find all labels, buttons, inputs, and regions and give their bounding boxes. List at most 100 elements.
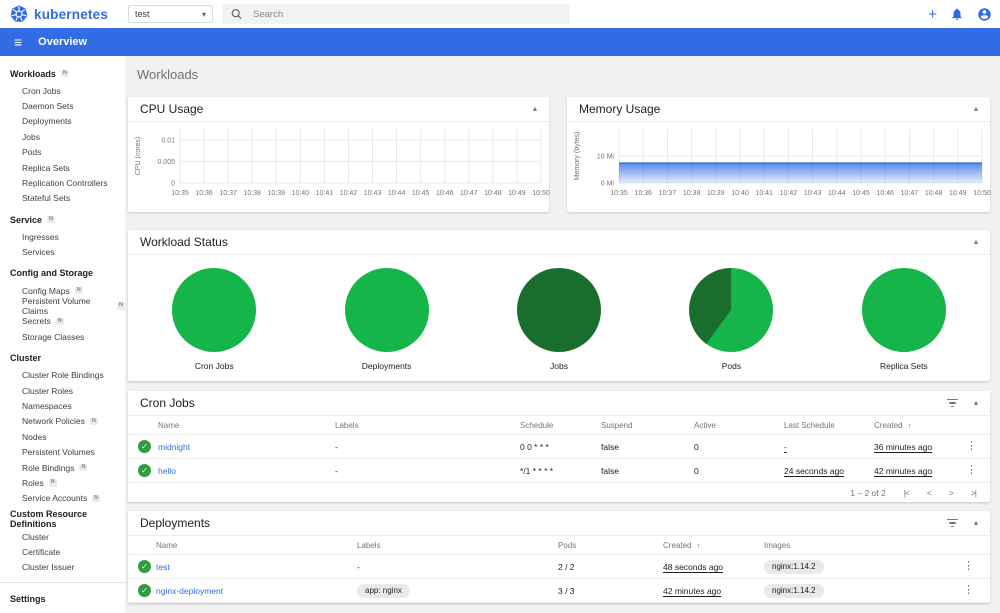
table-row: ✓ hello - */1 * * * * false 0 24 seconds… — [128, 459, 990, 483]
cron-job-link[interactable]: hello — [158, 466, 335, 476]
sidebar-item-storage-classes[interactable]: Storage Classes — [0, 329, 125, 344]
sidebar-item-stateful-sets[interactable]: Stateful Sets — [0, 191, 125, 206]
search-bar[interactable] — [222, 4, 570, 24]
namespaced-badge: N — [48, 479, 57, 487]
first-page-icon[interactable]: |< — [904, 488, 910, 498]
col-labels[interactable]: Labels — [357, 541, 558, 550]
search-input[interactable] — [253, 8, 562, 20]
row-menu-kebab-icon[interactable]: ⋮ — [966, 465, 977, 476]
collapse-icon[interactable]: ▴ — [974, 105, 978, 113]
sidebar-section-custom-resource-definitions[interactable]: Custom Resource Definitions — [0, 509, 125, 529]
sidebar-item-cluster-role-bindings[interactable]: Cluster Role Bindings — [0, 367, 125, 382]
svg-text:10:45: 10:45 — [852, 190, 870, 197]
collapse-icon[interactable]: ▴ — [533, 105, 537, 113]
nav-title: Overview — [38, 36, 88, 48]
sidebar-item-roles[interactable]: Roles N — [0, 475, 125, 490]
sidebar-item-deployments[interactable]: Deployments — [0, 114, 125, 129]
namespaced-badge: N — [79, 463, 88, 472]
sidebar-item-namespaces[interactable]: Namespaces — [0, 398, 125, 413]
col-created[interactable]: Created ↑ — [874, 421, 966, 430]
filter-icon[interactable] — [946, 517, 958, 530]
col-schedule[interactable]: Schedule — [520, 421, 601, 430]
namespaced-badge: N — [47, 215, 56, 224]
filter-icon[interactable] — [946, 397, 958, 410]
svg-text:10:41: 10:41 — [316, 190, 334, 197]
pods-cell: 3 / 3 — [558, 585, 575, 596]
collapse-icon[interactable]: ▴ — [974, 399, 978, 407]
sidebar-section-workloads[interactable]: Workloads N — [0, 64, 125, 83]
cron-job-link[interactable]: midnight — [158, 442, 335, 452]
sidebar-item-services[interactable]: Services — [0, 245, 125, 260]
sidebar-item-ingresses[interactable]: Ingresses — [0, 229, 125, 244]
kubernetes-wheel-icon — [10, 5, 28, 22]
menu-hamburger-icon[interactable]: ≡ — [14, 35, 22, 49]
sidebar-section-cluster[interactable]: Cluster — [0, 348, 125, 367]
labels-cell: - — [335, 465, 338, 476]
svg-text:10:39: 10:39 — [268, 190, 286, 197]
row-menu-kebab-icon[interactable]: ⋮ — [963, 561, 974, 572]
svg-text:10:37: 10:37 — [219, 190, 237, 197]
svg-text:10:50: 10:50 — [973, 190, 991, 197]
user-account-icon[interactable] — [977, 7, 992, 22]
sidebar-item-cluster-roles[interactable]: Cluster Roles — [0, 383, 125, 398]
svg-text:10:46: 10:46 — [876, 190, 894, 197]
sidebar-item-nodes[interactable]: Nodes — [0, 429, 125, 444]
sidebar-section-service[interactable]: Service N — [0, 210, 125, 229]
pie-label: Cron Jobs — [194, 361, 234, 371]
col-name[interactable]: Name — [158, 421, 335, 430]
col-pods[interactable]: Pods — [558, 541, 663, 550]
deployments-pie-chart — [344, 268, 429, 352]
sidebar-item-role-bindings[interactable]: Role Bindings N — [0, 460, 125, 475]
cron-jobs-title: Cron Jobs — [140, 396, 195, 410]
sidebar-item-replication-controllers[interactable]: Replication Controllers — [0, 175, 125, 190]
sidebar-item-pods[interactable]: Pods — [0, 145, 125, 160]
collapse-icon[interactable]: ▴ — [974, 238, 978, 246]
deployments-title: Deployments — [140, 516, 211, 530]
sidebar-item-cluster[interactable]: Cluster — [0, 529, 125, 544]
sidebar-item-certificate[interactable]: Certificate — [0, 544, 125, 559]
svg-text:10:38: 10:38 — [243, 190, 261, 197]
svg-text:0: 0 — [171, 181, 175, 188]
sidebar-section-config-and-storage[interactable]: Config and Storage — [0, 264, 125, 283]
kubernetes-logo[interactable]: kubernetes — [10, 5, 108, 23]
table-row: ✓ midnight - 0 0 * * * false 0 - 36 minu… — [128, 435, 990, 459]
next-page-icon[interactable]: > — [949, 488, 954, 498]
svg-text:10:44: 10:44 — [828, 190, 846, 197]
pie-replica-sets: Replica Sets — [818, 268, 990, 371]
svg-text:10:46: 10:46 — [436, 190, 454, 197]
sidebar-item-jobs[interactable]: Jobs — [0, 129, 125, 144]
sidebar-item-service-accounts[interactable]: Service Accounts N — [0, 491, 125, 506]
sidebar-item-replica-sets[interactable]: Replica Sets — [0, 160, 125, 175]
row-menu-kebab-icon[interactable]: ⋮ — [966, 441, 977, 452]
sidebar-item-cron-jobs[interactable]: Cron Jobs — [0, 83, 125, 98]
namespace-selector[interactable]: test ▾ — [128, 5, 213, 23]
deployment-link[interactable]: nginx-deployment — [156, 586, 357, 596]
create-resource-button[interactable]: + — [928, 7, 937, 22]
sidebar-item-persistent-volumes[interactable]: Persistent Volumes — [0, 444, 125, 459]
chevron-down-icon: ▾ — [201, 9, 206, 19]
sidebar-item-network-policies[interactable]: Network Policies N — [0, 414, 125, 429]
col-labels[interactable]: Labels — [335, 421, 520, 430]
svg-text:10:44: 10:44 — [388, 190, 406, 197]
last-page-icon[interactable]: >| — [971, 488, 977, 498]
col-active[interactable]: Active — [694, 421, 784, 430]
sidebar-item-daemon-sets[interactable]: Daemon Sets — [0, 98, 125, 113]
notifications-bell-icon[interactable] — [950, 7, 964, 21]
sidebar-item-persistent-volume-claims[interactable]: Persistent Volume Claims N — [0, 296, 125, 316]
cron-jobs-table-header: Name Labels Schedule Suspend Active Last… — [128, 416, 990, 435]
col-name[interactable]: Name — [156, 541, 357, 550]
sidebar: Workloads N Cron Jobs Daemon Sets Deployment… — [0, 56, 125, 613]
table-row: ✓ nginx-deployment app: nginx 3 / 3 42 m… — [128, 579, 990, 603]
col-suspend[interactable]: Suspend — [601, 421, 694, 430]
sidebar-item-cluster-issuer[interactable]: Cluster Issuer — [0, 560, 125, 575]
col-created[interactable]: Created ↑ — [663, 541, 764, 550]
pagination: 1 – 2 of 2 |< < > >| — [128, 483, 990, 502]
collapse-icon[interactable]: ▴ — [974, 519, 978, 527]
deployment-link[interactable]: test — [156, 562, 357, 572]
row-menu-kebab-icon[interactable]: ⋮ — [963, 585, 974, 596]
col-images[interactable]: Images — [764, 541, 940, 550]
sidebar-item-about[interactable]: About — [0, 608, 125, 613]
previous-page-icon[interactable]: < — [927, 488, 932, 498]
col-last-schedule[interactable]: Last Schedule — [784, 421, 874, 430]
sidebar-item-settings[interactable]: Settings — [0, 589, 125, 608]
